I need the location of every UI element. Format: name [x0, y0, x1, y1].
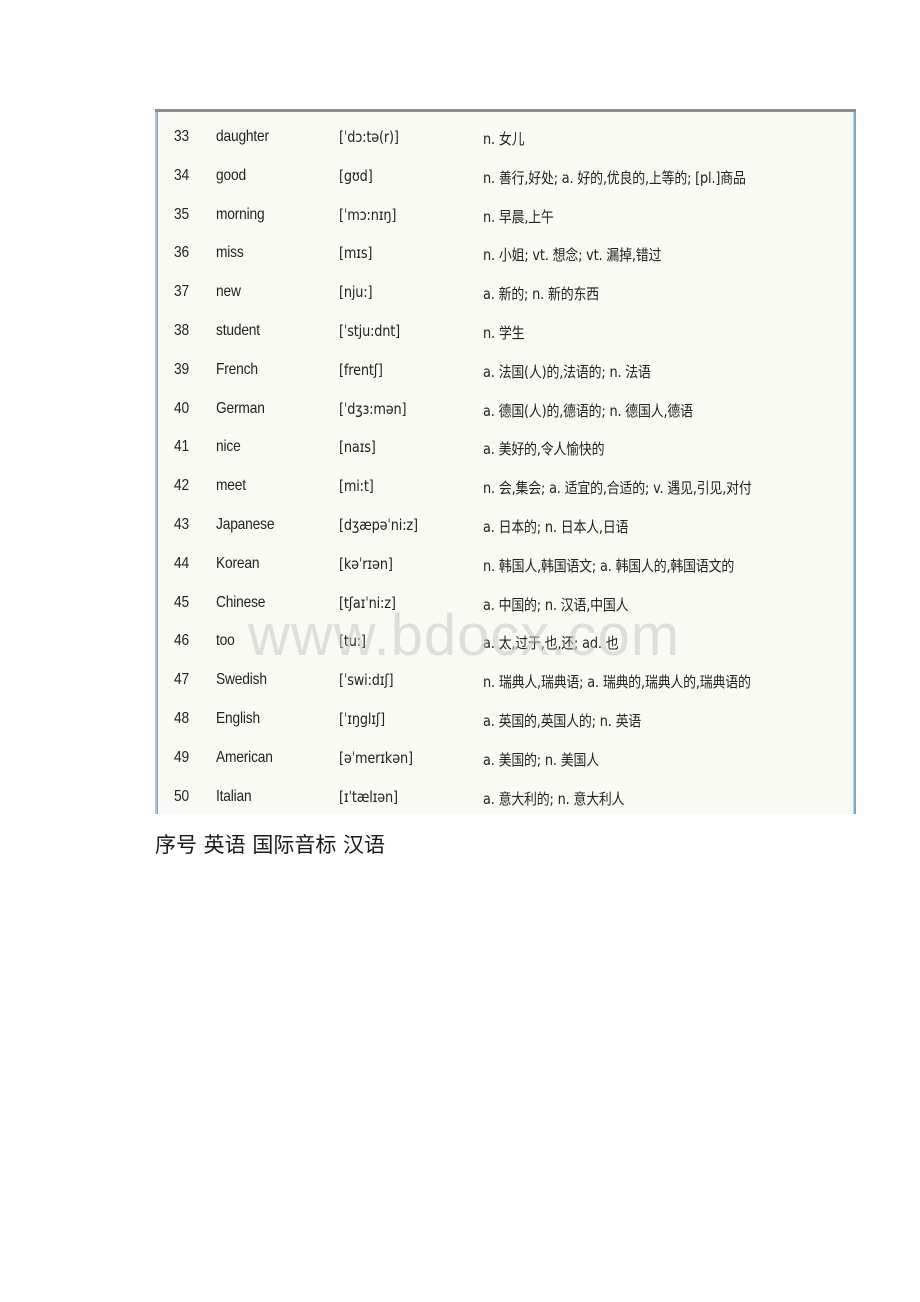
- english-word: morning: [216, 205, 265, 223]
- chinese-meaning: n. 善行,好处; a. 好的,优良的,上等的; [pl.]商品: [483, 168, 746, 187]
- english-word: miss: [216, 244, 244, 262]
- row-number: 37: [174, 283, 189, 301]
- vocab-row: 44 Korean [kəˈrɪən] n. 韩国人,韩国语文; a. 韩国人的…: [155, 547, 856, 586]
- vocab-row: 41 nice [naɪs] a. 美好的,令人愉快的: [155, 430, 856, 469]
- row-number: 33: [174, 128, 189, 145]
- vocab-row: 37 new [nju:] a. 新的; n. 新的东西: [155, 275, 856, 314]
- phonetic: [nju:]: [339, 283, 373, 302]
- phonetic: [tʃaɪˈni:z]: [339, 593, 396, 612]
- phonetic: [frentʃ]: [339, 360, 383, 379]
- chinese-meaning: n. 韩国人,韩国语文; a. 韩国人的,韩国语文的: [483, 556, 735, 575]
- vocab-row: 50 Italian [ɪˈtælɪən] a. 意大利的; n. 意大利人: [155, 780, 856, 819]
- chinese-meaning: a. 美国的; n. 美国人: [483, 750, 599, 769]
- vocab-row: 47 Swedish [ˈswi:dɪʃ] n. 瑞典人,瑞典语; a. 瑞典的…: [155, 663, 856, 702]
- chinese-meaning: n. 小姐; vt. 想念; vt. 漏掉,错过: [483, 246, 662, 265]
- chinese-meaning: n. 瑞典人,瑞典语; a. 瑞典的,瑞典人的,瑞典语的: [483, 673, 751, 692]
- chinese-meaning: a. 英国的,英国人的; n. 英语: [483, 711, 642, 730]
- vocab-row: 33 daughter [ˈdɔ:tə(r)] n. 女儿: [155, 120, 856, 159]
- row-number: 34: [174, 166, 189, 184]
- row-number: 46: [174, 632, 189, 650]
- chinese-meaning: a. 德国(人)的,德语的; n. 德国人,德语: [483, 401, 693, 420]
- chinese-meaning: a. 美好的,令人愉快的: [483, 440, 605, 459]
- phonetic: [ˈɪŋglɪʃ]: [339, 709, 385, 728]
- english-word: French: [216, 360, 258, 378]
- english-word: too: [216, 632, 235, 650]
- chinese-meaning: n. 早晨,上午: [483, 207, 554, 226]
- chinese-meaning: n. 女儿: [483, 130, 525, 148]
- chinese-meaning: a. 日本的; n. 日本人,日语: [483, 517, 629, 536]
- vocab-row: 49 American [əˈmerɪkən] a. 美国的; n. 美国人: [155, 741, 856, 780]
- vocab-row: 48 English [ˈɪŋglɪʃ] a. 英国的,英国人的; n. 英语: [155, 702, 856, 741]
- row-number: 38: [174, 321, 189, 339]
- row-number: 36: [174, 244, 189, 262]
- row-number: 42: [174, 477, 189, 495]
- english-word: daughter: [216, 128, 269, 145]
- row-number: 50: [174, 787, 189, 805]
- phonetic: [ˈstju:dnt]: [339, 321, 401, 340]
- row-number: 44: [174, 554, 189, 572]
- row-number: 35: [174, 205, 189, 223]
- vocab-row: 46 too [tu:] a. 太,过于,也,还; ad. 也: [155, 624, 856, 663]
- english-word: Japanese: [216, 515, 275, 533]
- table-caption: 序号 英语 国际音标 汉语: [155, 833, 386, 857]
- english-word: meet: [216, 477, 246, 495]
- phonetic: [kəˈrɪən]: [339, 554, 393, 573]
- row-number: 48: [174, 709, 189, 727]
- phonetic: [tu:]: [339, 632, 366, 651]
- english-word: nice: [216, 438, 241, 456]
- phonetic: [mɪs]: [339, 244, 373, 263]
- vocab-row: 42 meet [mi:t] n. 会,集会; a. 适宜的,合适的; v. 遇…: [155, 469, 856, 508]
- vocab-row: 35 morning [ˈmɔ:nɪŋ] n. 早晨,上午: [155, 198, 856, 237]
- phonetic: [əˈmerɪkən]: [339, 748, 413, 767]
- chinese-meaning: a. 中国的; n. 汉语,中国人: [483, 595, 629, 614]
- vocab-row: 36 miss [mɪs] n. 小姐; vt. 想念; vt. 漏掉,错过: [155, 236, 856, 275]
- phonetic: [ˈdʒɜ:mən]: [339, 399, 407, 418]
- phonetic: [naɪs]: [339, 438, 376, 457]
- chinese-meaning: a. 意大利的; n. 意大利人: [483, 789, 625, 808]
- english-word: new: [216, 283, 241, 301]
- row-number: 39: [174, 360, 189, 378]
- phonetic: [mi:t]: [339, 477, 374, 496]
- vocab-row: 45 Chinese [tʃaɪˈni:z] a. 中国的; n. 汉语,中国人: [155, 586, 856, 625]
- phonetic: [ˈdɔ:tə(r)]: [339, 128, 399, 146]
- row-number: 45: [174, 593, 189, 611]
- phonetic: [gʊd]: [339, 166, 373, 185]
- chinese-meaning: n. 学生: [483, 323, 525, 342]
- row-number: 47: [174, 671, 189, 689]
- english-word: Chinese: [216, 593, 266, 611]
- english-word: American: [216, 748, 273, 766]
- phonetic: [ˈmɔ:nɪŋ]: [339, 205, 397, 224]
- vocabulary-table-image: 33 daughter [ˈdɔ:tə(r)] n. 女儿 34 good [g…: [155, 109, 856, 814]
- row-number: 49: [174, 748, 189, 766]
- english-word: Korean: [216, 554, 260, 572]
- vocab-row: 39 French [frentʃ] a. 法国(人)的,法语的; n. 法语: [155, 353, 856, 392]
- chinese-meaning: a. 新的; n. 新的东西: [483, 285, 599, 304]
- phonetic: [ɪˈtælɪən]: [339, 787, 398, 806]
- row-number: 43: [174, 515, 189, 533]
- phonetic: [dʒæpəˈni:z]: [339, 515, 418, 534]
- vocab-row: 40 German [ˈdʒɜ:mən] a. 德国(人)的,德语的; n. 德…: [155, 392, 856, 431]
- row-number: 41: [174, 438, 189, 456]
- phonetic: [ˈswi:dɪʃ]: [339, 671, 394, 690]
- english-word: Italian: [216, 787, 252, 805]
- vocab-row: 34 good [gʊd] n. 善行,好处; a. 好的,优良的,上等的; […: [155, 159, 856, 198]
- english-word: good: [216, 166, 246, 184]
- row-number: 40: [174, 399, 189, 417]
- english-word: student: [216, 321, 260, 339]
- english-word: Swedish: [216, 671, 267, 689]
- vocab-row: 38 student [ˈstju:dnt] n. 学生: [155, 314, 856, 353]
- vocab-row: 43 Japanese [dʒæpəˈni:z] a. 日本的; n. 日本人,…: [155, 508, 856, 547]
- chinese-meaning: a. 太,过于,也,还; ad. 也: [483, 634, 619, 653]
- english-word: German: [216, 399, 265, 417]
- chinese-meaning: n. 会,集会; a. 适宜的,合适的; v. 遇见,引见,对付: [483, 479, 752, 498]
- english-word: English: [216, 709, 260, 727]
- vocabulary-rows: 33 daughter [ˈdɔ:tə(r)] n. 女儿 34 good [g…: [155, 120, 856, 818]
- chinese-meaning: a. 法国(人)的,法语的; n. 法语: [483, 362, 651, 381]
